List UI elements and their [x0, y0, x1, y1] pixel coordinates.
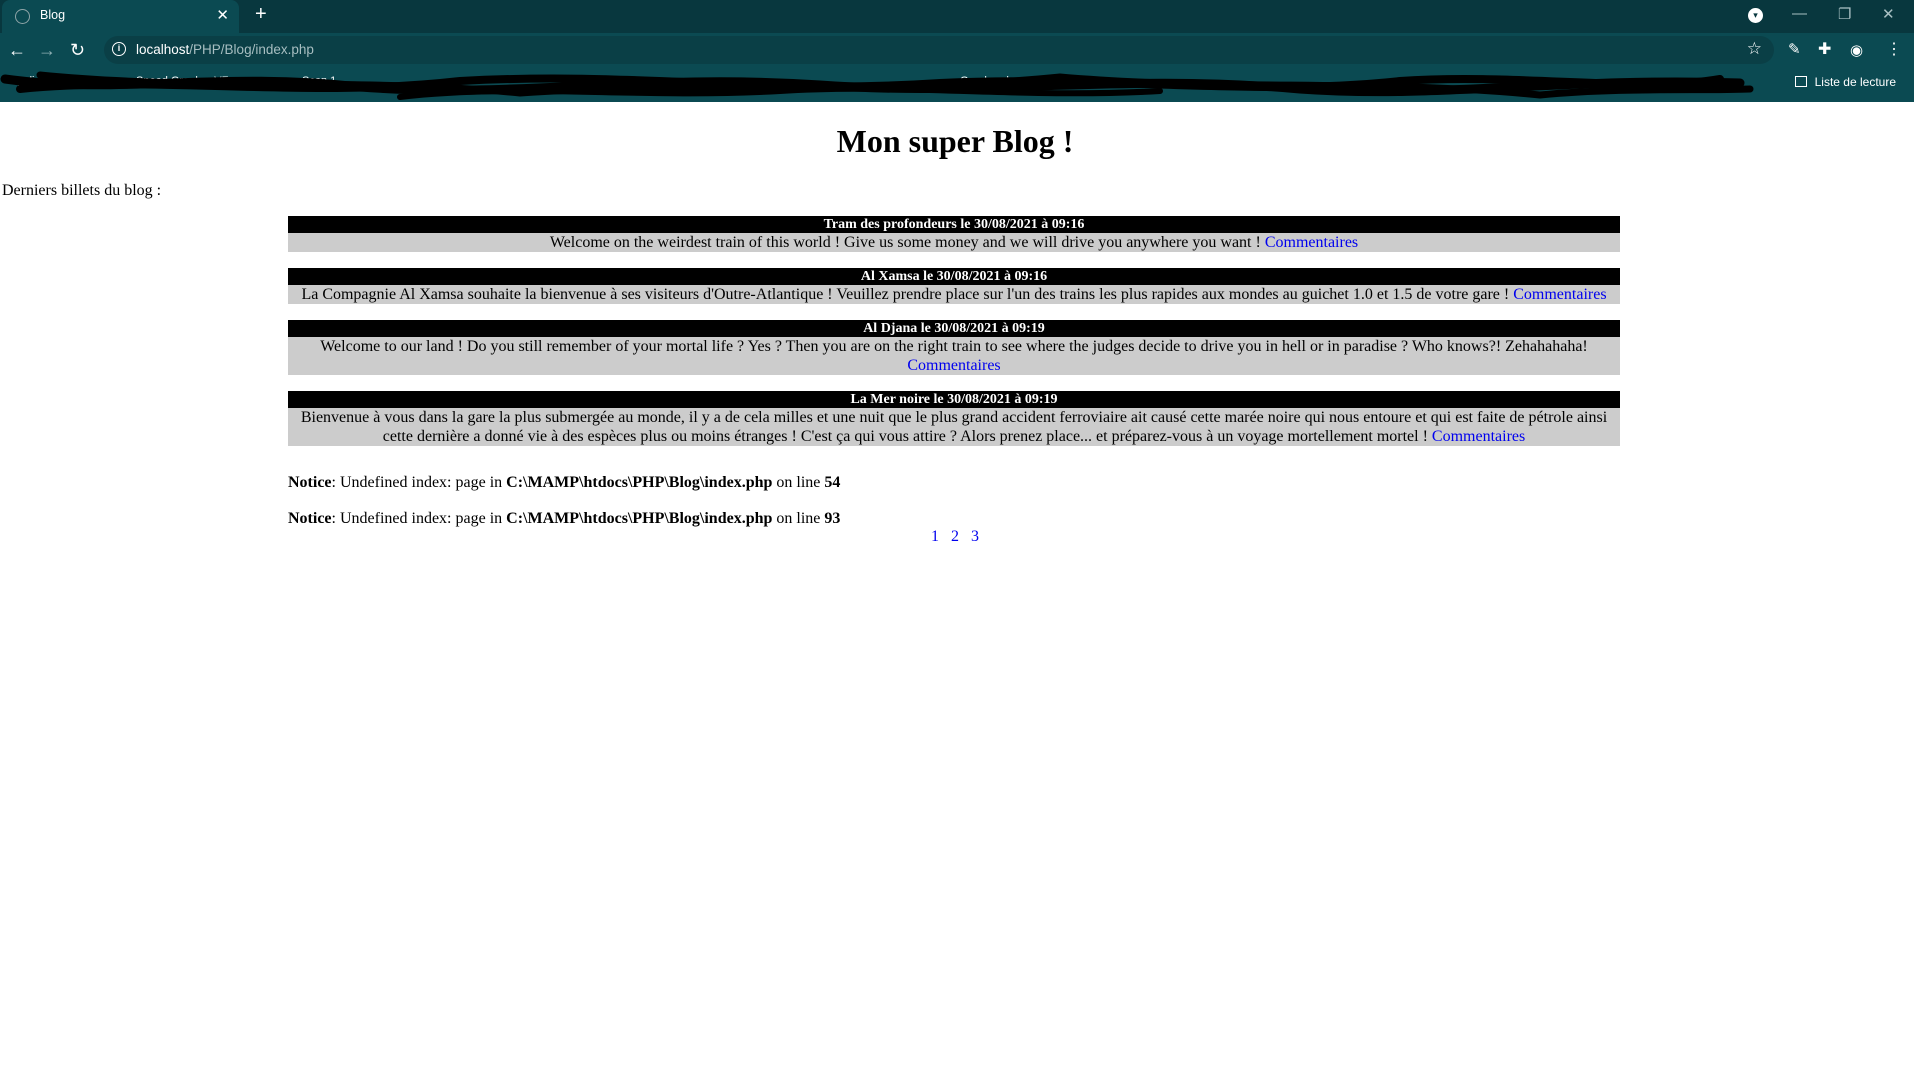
window-close-icon[interactable]: ✕ — [1882, 5, 1895, 23]
post-item: La Mer noire le 30/08/2021 à 09:19 Bienv… — [288, 391, 1620, 446]
post-item: Tram des profondeurs le 30/08/2021 à 09:… — [288, 216, 1620, 252]
post-item: Al Djana le 30/08/2021 à 09:19 Welcome t… — [288, 320, 1620, 375]
extensions-icon[interactable]: ✚ — [1818, 38, 1831, 62]
post-header: Al Djana le 30/08/2021 à 09:19 — [288, 320, 1620, 337]
close-icon[interactable]: ✕ — [216, 6, 229, 24]
url-text[interactable]: localhost/PHP/Blog/index.php — [136, 42, 314, 57]
post-item: Al Xamsa le 30/08/2021 à 09:16 La Compag… — [288, 268, 1620, 304]
page-title: Mon super Blog ! — [836, 123, 1074, 159]
redaction-scribble — [0, 71, 1754, 100]
reading-list-label: Liste de lecture — [1814, 75, 1896, 89]
post-text: Welcome to our land ! Do you still remem… — [320, 338, 1588, 355]
intro-text: Derniers billets du blog : — [2, 182, 162, 199]
post-text: La Compagnie Al Xamsa souhaite la bienve… — [301, 286, 1510, 303]
post-list: Tram des profondeurs le 30/08/2021 à 09:… — [288, 216, 1620, 462]
comments-link[interactable]: Commentaires — [1432, 428, 1525, 445]
forward-icon[interactable]: → — [38, 38, 56, 62]
bookmark-star-icon[interactable]: ☆ — [1747, 39, 1762, 59]
minimize-icon[interactable]: — — [1792, 5, 1807, 22]
page-link-1[interactable]: 1 — [931, 528, 939, 545]
post-text: Welcome on the weirdest train of this wo… — [549, 234, 1261, 251]
post-text: Bienvenue à vous dans la gare la plus su… — [300, 409, 1608, 445]
pagination: 123 — [0, 528, 1910, 546]
info-icon[interactable]: i — [112, 42, 126, 56]
reading-list-icon — [1794, 76, 1807, 87]
back-icon[interactable]: ← — [8, 38, 26, 62]
restore-icon[interactable]: ❐ — [1838, 5, 1851, 23]
tab-search-icon[interactable]: ▾ — [1748, 8, 1763, 23]
post-body: La Compagnie Al Xamsa souhaite la bienve… — [288, 285, 1620, 304]
bookmarks-bar: Applications Speed Grapher VF Scan 1 Goo… — [0, 69, 1914, 100]
comments-link[interactable]: Commentaires — [1513, 286, 1606, 303]
page-content: Mon super Blog ! Derniers billets du blo… — [0, 102, 1914, 1076]
reload-icon[interactable]: ↻ — [70, 38, 85, 62]
new-tab-icon[interactable]: + — [255, 3, 267, 26]
post-body: Welcome to our land ! Do you still remem… — [288, 337, 1620, 375]
globe-icon — [15, 9, 30, 24]
page-link-3[interactable]: 3 — [971, 528, 979, 545]
php-notice: Notice: Undefined index: page in C:\MAMP… — [288, 510, 841, 527]
post-body: Welcome on the weirdest train of this wo… — [288, 233, 1620, 252]
address-bar[interactable]: i localhost/PHP/Blog/index.php ☆ — [104, 36, 1774, 64]
profile-avatar[interactable]: ◉ — [1850, 39, 1863, 63]
post-header: Tram des profondeurs le 30/08/2021 à 09:… — [288, 216, 1620, 233]
php-notice: Notice: Undefined index: page in C:\MAMP… — [288, 474, 841, 491]
page-link-2[interactable]: 2 — [951, 528, 959, 545]
tab-title: Blog — [40, 8, 66, 22]
tab-blog[interactable]: Blog ✕ — [2, 0, 239, 33]
tab-strip: Blog ✕ + ▾ — ❐ ✕ — [0, 0, 1914, 33]
menu-icon[interactable]: ⋮ — [1886, 38, 1902, 62]
post-body: Bienvenue à vous dans la gare la plus su… — [288, 408, 1620, 446]
browser-chrome: Blog ✕ + ▾ — ❐ ✕ ← → ↻ i localhost/PHP/B… — [0, 0, 1914, 102]
pen-extension-icon[interactable]: ✎ — [1788, 38, 1801, 62]
reading-list-button[interactable]: Liste de lecture — [1794, 75, 1896, 89]
post-header: Al Xamsa le 30/08/2021 à 09:16 — [288, 268, 1620, 285]
post-header: La Mer noire le 30/08/2021 à 09:19 — [288, 391, 1620, 408]
comments-link[interactable]: Commentaires — [907, 357, 1000, 374]
comments-link[interactable]: Commentaires — [1265, 234, 1358, 251]
